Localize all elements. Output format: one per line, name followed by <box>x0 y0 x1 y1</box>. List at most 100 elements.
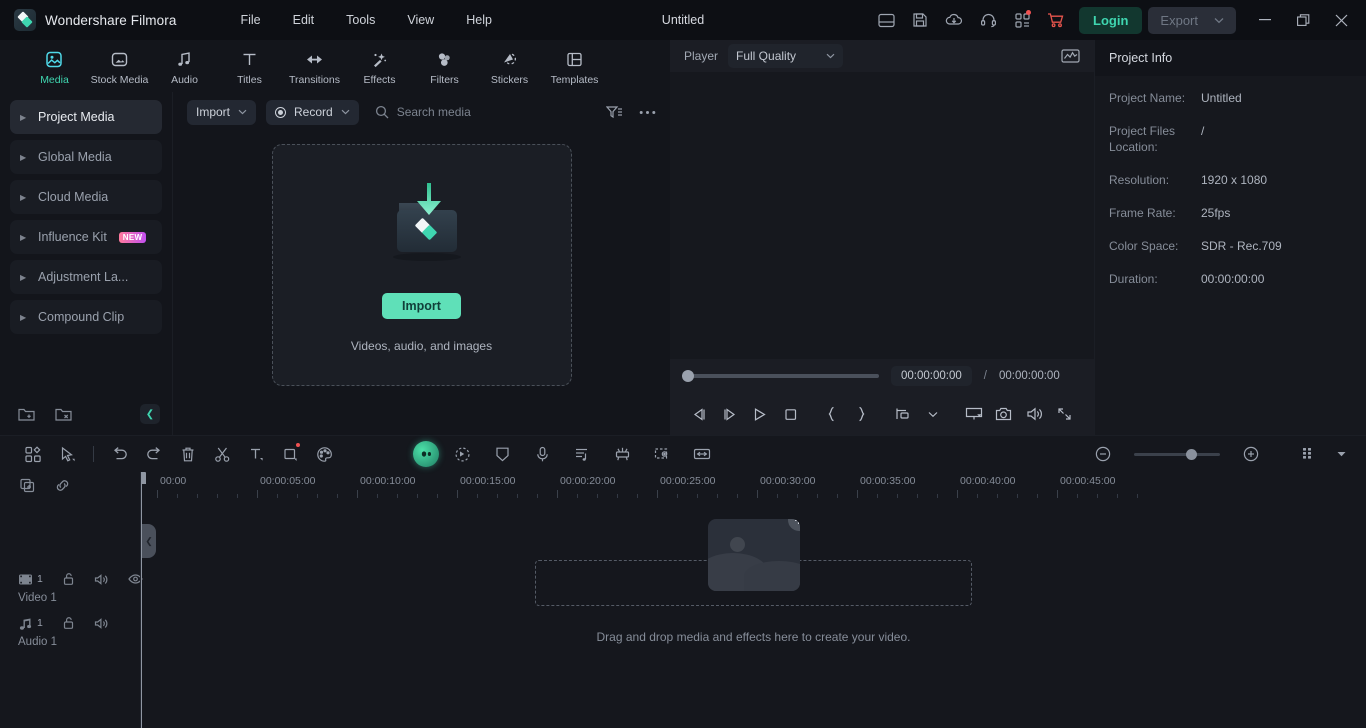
drop-target-box[interactable]: + <box>535 560 972 606</box>
crop-tool-icon[interactable] <box>273 440 307 468</box>
delete-icon[interactable] <box>171 440 205 468</box>
tab-stock-media[interactable]: Stock Media <box>87 46 152 86</box>
save-icon[interactable] <box>903 3 937 37</box>
layout-icon[interactable] <box>869 3 903 37</box>
stop-icon[interactable] <box>775 399 805 429</box>
timeline-view-icon[interactable] <box>1292 440 1326 468</box>
video-track-name: Video 1 <box>18 592 140 604</box>
scrubber-knob[interactable] <box>682 370 694 382</box>
add-track-icon[interactable] <box>20 478 36 493</box>
link-icon[interactable] <box>54 478 71 493</box>
waveform-analyze-icon[interactable] <box>1061 48 1080 64</box>
split-scissors-icon[interactable] <box>205 440 239 468</box>
timeline-ruler[interactable]: 00:0000:00:05:0000:00:10:0000:00:15:0000… <box>141 472 1366 498</box>
zoom-out-icon[interactable] <box>1086 440 1120 468</box>
tab-titles[interactable]: Titles <box>217 46 282 86</box>
filter-sort-icon[interactable] <box>606 105 623 120</box>
green-screen-icon[interactable] <box>605 440 639 468</box>
step-back-icon[interactable] <box>684 399 714 429</box>
minimize-icon[interactable] <box>1246 0 1284 40</box>
info-value: 25fps <box>1201 205 1352 221</box>
lock-icon[interactable] <box>62 616 75 630</box>
select-tool-icon[interactable] <box>50 440 84 468</box>
undo-icon[interactable] <box>103 440 137 468</box>
mute-icon[interactable] <box>94 573 109 586</box>
app-name: Wondershare Filmora <box>45 13 176 28</box>
collapse-left-icon[interactable]: ❮ <box>140 404 160 424</box>
tab-media[interactable]: Media <box>22 46 87 86</box>
mute-icon[interactable] <box>94 617 109 630</box>
quality-select[interactable]: Full Quality <box>728 44 843 68</box>
menu-tools[interactable]: Tools <box>330 7 391 33</box>
sidebar-item-project-media[interactable]: ▶ Project Media <box>10 100 162 134</box>
plus-circle-icon[interactable]: + <box>788 519 800 531</box>
snapshot-camera-icon[interactable] <box>989 399 1019 429</box>
timeline-dropzone[interactable]: + Drag and drop media and effects here t… <box>141 560 1366 644</box>
audio-beat-icon[interactable] <box>565 440 599 468</box>
auto-reframe-icon[interactable] <box>645 440 679 468</box>
import-dropdown-button[interactable]: Import <box>187 100 256 125</box>
sidebar-item-adjustment-layer[interactable]: ▶ Adjustment La... <box>10 260 162 294</box>
mask-icon[interactable] <box>485 440 519 468</box>
close-icon[interactable] <box>1322 0 1360 40</box>
restore-icon[interactable] <box>1284 0 1322 40</box>
playhead[interactable] <box>141 472 142 728</box>
sidebar-item-influence-kit[interactable]: ▶ Influence Kit NEW <box>10 220 162 254</box>
shopping-cart-icon[interactable] <box>1039 3 1073 37</box>
menu-file[interactable]: File <box>224 7 276 33</box>
step-forward-icon[interactable] <box>714 399 744 429</box>
tab-transitions[interactable]: Transitions <box>282 46 347 86</box>
playback-scrubber[interactable] <box>684 374 879 378</box>
info-row-color-space: Color Space: SDR - Rec.709 <box>1109 238 1352 254</box>
zoom-slider-knob[interactable] <box>1186 449 1197 460</box>
chevron-down-icon[interactable] <box>1332 440 1350 468</box>
tab-stickers[interactable]: Stickers <box>477 46 542 86</box>
menu-help[interactable]: Help <box>450 7 508 33</box>
color-palette-icon[interactable] <box>307 440 341 468</box>
headset-support-icon[interactable] <box>971 3 1005 37</box>
export-button[interactable]: Export <box>1148 7 1236 34</box>
play-icon[interactable] <box>745 399 775 429</box>
voiceover-mic-icon[interactable] <box>525 440 559 468</box>
current-timecode[interactable]: 00:00:00:00 <box>891 366 972 386</box>
tab-audio[interactable]: Audio <box>152 46 217 86</box>
display-icon[interactable] <box>959 399 989 429</box>
lock-icon[interactable] <box>62 572 75 586</box>
tab-effects[interactable]: Effects <box>347 46 412 86</box>
more-options-icon[interactable] <box>639 110 656 115</box>
search-input[interactable]: Search media <box>375 105 471 119</box>
tab-templates-label: Templates <box>551 74 599 86</box>
grid-templates-icon[interactable] <box>16 440 50 468</box>
delete-folder-icon[interactable] <box>55 407 72 422</box>
menu-edit[interactable]: Edit <box>277 7 331 33</box>
mark-out-icon[interactable] <box>846 399 876 429</box>
volume-icon[interactable] <box>1019 399 1049 429</box>
qrcode-apps-icon[interactable] <box>1005 3 1039 37</box>
timeline-canvas[interactable]: 00:0000:00:05:0000:00:10:0000:00:15:0000… <box>140 472 1366 728</box>
motion-tracking-icon[interactable] <box>445 440 479 468</box>
menu-view[interactable]: View <box>391 7 450 33</box>
zoom-in-icon[interactable] <box>1234 440 1268 468</box>
fullscreen-icon[interactable] <box>1050 399 1080 429</box>
record-dropdown-button[interactable]: Record <box>266 100 359 125</box>
redo-icon[interactable] <box>137 440 171 468</box>
new-folder-icon[interactable] <box>18 407 35 422</box>
login-button[interactable]: Login <box>1079 7 1142 34</box>
text-tool-icon[interactable] <box>239 440 273 468</box>
import-dropzone[interactable]: Import Videos, audio, and images <box>272 144 572 386</box>
zoom-slider[interactable] <box>1134 453 1220 456</box>
mark-in-icon[interactable] <box>816 399 846 429</box>
sidebar-item-global-media[interactable]: ▶ Global Media <box>10 140 162 174</box>
sidebar-item-cloud-media[interactable]: ▶ Cloud Media <box>10 180 162 214</box>
cloud-download-icon[interactable] <box>937 3 971 37</box>
ai-smart-icon[interactable] <box>413 441 439 467</box>
preview-canvas[interactable] <box>670 72 1094 359</box>
tab-filters[interactable]: Filters <box>412 46 477 86</box>
export-frame-icon[interactable] <box>887 399 917 429</box>
chevron-down-icon[interactable] <box>918 399 948 429</box>
timeline-collapse-handle[interactable]: ❮ <box>142 524 156 558</box>
tab-templates[interactable]: Templates <box>542 46 607 86</box>
speed-ramp-icon[interactable] <box>685 440 719 468</box>
sidebar-item-compound-clip[interactable]: ▶ Compound Clip <box>10 300 162 334</box>
import-button[interactable]: Import <box>382 293 461 319</box>
